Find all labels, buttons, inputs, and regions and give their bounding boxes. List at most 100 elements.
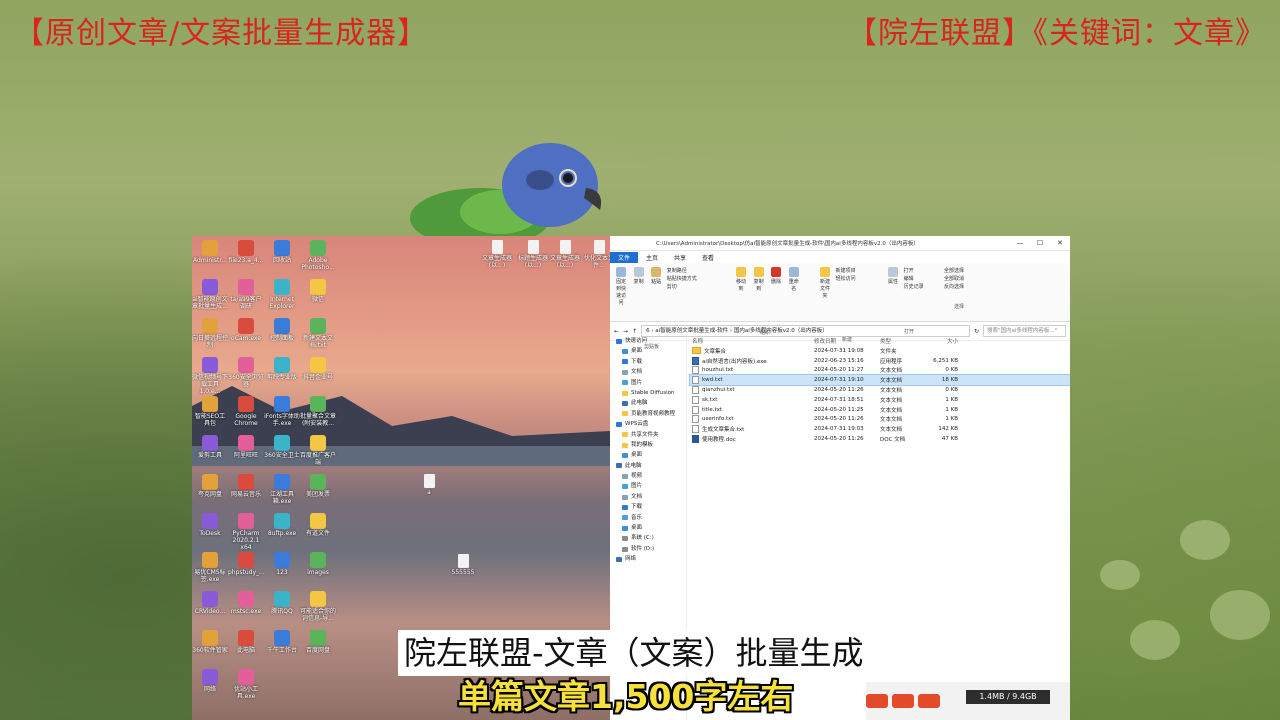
desktop-icon[interactable]: 阿里旺旺 — [228, 435, 264, 459]
column-date[interactable]: 修改日期 — [814, 337, 880, 345]
desktop-file-icon[interactable]: 文章生成器(以...) — [480, 240, 514, 269]
desktop-icon[interactable]: 夸克网盘 — [192, 474, 228, 498]
desktop-icon[interactable]: oCam.exe — [228, 318, 264, 342]
file-row[interactable]: sk.txt 2024-07-31 18:51 文本文档 1 KB — [690, 395, 1070, 405]
easy-access-button[interactable]: 轻松访问 — [836, 275, 856, 283]
maximize-icon[interactable]: ☐ — [1030, 239, 1050, 247]
desktop-icon[interactable]: ToDesk — [192, 513, 228, 537]
desktop-icon[interactable]: 360软件管家 — [192, 630, 228, 654]
edit-button[interactable]: 编辑 — [904, 275, 924, 283]
nav-item[interactable]: 下载 — [610, 357, 686, 367]
history-button[interactable]: 历史记录 — [904, 283, 924, 291]
nav-item[interactable]: 文档 — [610, 367, 686, 377]
nav-item[interactable]: 图片 — [610, 378, 686, 388]
nav-item[interactable]: 我的模板 — [610, 440, 686, 450]
desktop-icon[interactable]: ai智能原创文章批量生成... — [192, 279, 228, 310]
desktop-icon[interactable]: ta/a99客户调研 — [228, 279, 264, 310]
desktop-icon[interactable]: images — [300, 552, 336, 576]
desktop-icon[interactable]: 智能SEO工具包 — [192, 396, 228, 427]
nav-item[interactable]: 视频 — [610, 471, 686, 481]
desktop-icon[interactable]: 抖音企业号 — [300, 357, 336, 381]
nav-item[interactable]: WPS云盘 — [610, 419, 686, 429]
forward-icon[interactable]: → — [623, 328, 628, 335]
tab-home[interactable]: 主页 — [638, 252, 666, 263]
nav-item[interactable]: 页能教育视频教程 — [610, 409, 686, 419]
desktop-icon[interactable]: Administr... — [192, 240, 228, 264]
nav-item[interactable]: 此电脑 — [610, 398, 686, 408]
desktop-icon[interactable]: 有道文件 — [300, 513, 336, 537]
desktop-icon[interactable]: 微信视频号下载工具1.0.e... — [192, 357, 228, 395]
nav-item[interactable]: 网络 — [610, 554, 686, 564]
file-row[interactable]: userinfo.txt 2024-05-20 11:26 文本文档 1 KB — [690, 415, 1070, 425]
nav-item[interactable]: 系统 (C:) — [610, 533, 686, 543]
properties-button[interactable]: 属性 — [886, 267, 900, 285]
nav-item[interactable]: 桌面 — [610, 523, 686, 533]
desktop-icon[interactable]: 百度推广客户端 — [300, 435, 336, 466]
tab-share[interactable]: 共享 — [666, 252, 694, 263]
desktop-file-icon[interactable]: 优化文本文件... — [582, 240, 610, 269]
desktop-icon[interactable]: Adobe Photosho... — [300, 240, 336, 271]
desktop-icon[interactable]: 回收站 — [264, 240, 300, 264]
open-button[interactable]: 打开 — [904, 267, 924, 275]
desktop-icon[interactable]: 批量聚合文章(附安装教... — [300, 396, 336, 427]
desktop-icon[interactable]: 网络 — [192, 669, 228, 693]
desktop-icon[interactable]: 此电脑 — [228, 630, 264, 654]
desktop-icon[interactable]: mstsc.exe — [228, 591, 264, 615]
desktop-icon[interactable]: 可能适合你的词信息-导... — [300, 591, 336, 622]
column-size[interactable]: 大小 — [928, 337, 958, 345]
nav-item[interactable]: 图片 — [610, 481, 686, 491]
desktop-icon[interactable]: 微信 — [300, 279, 336, 303]
file-row[interactable]: 生成文章集合.txt 2024-07-31 19:03 文本文档 142 KB — [690, 424, 1070, 434]
invert-selection-button[interactable]: 反向选择 — [944, 283, 964, 291]
desktop-icon[interactable]: 8uftp.exe — [264, 513, 300, 537]
desktop-icon[interactable]: 123 — [264, 552, 300, 576]
file-row[interactable]: ai自然语言(出内容板).exe 2022-06-23 15:16 应用程序 6,25… — [690, 356, 1070, 366]
desktop-icon[interactable]: phpstudy_... — [228, 552, 265, 576]
column-type[interactable]: 类型 — [880, 337, 928, 345]
screenshot-button[interactable] — [918, 694, 940, 708]
file-row[interactable]: houzhui.txt 2024-05-20 11:27 文本文档 0 KB — [690, 366, 1070, 376]
desktop-icon[interactable]: 360安全卫士 — [264, 435, 300, 459]
nav-item[interactable]: 软件 (D:) — [610, 544, 686, 554]
nav-item[interactable]: 桌面 — [610, 450, 686, 460]
file-row[interactable]: kwd.txt 2024-07-31 19:10 文本文档 18 KB — [689, 374, 1070, 387]
new-item-button[interactable]: 新建项目 — [836, 267, 856, 275]
desktop-icon[interactable]: file23.a_4... — [228, 240, 264, 264]
select-all-button[interactable]: 全部选择 — [944, 267, 964, 275]
desktop-file-icon[interactable]: 标题生成器（以...） — [516, 240, 550, 269]
close-icon[interactable]: ✕ — [1050, 239, 1070, 247]
rename-button[interactable]: 重命名 — [787, 267, 801, 292]
desktop-icon[interactable]: iFonts字体助手.exe — [264, 396, 300, 427]
desktop-icon[interactable]: Google Chrome — [228, 396, 264, 427]
desktop-file-icon[interactable]: 555555 — [446, 554, 480, 576]
desktop-icon[interactable]: 江湖工具箱.exe — [264, 474, 300, 505]
select-none-button[interactable]: 全部取消 — [944, 275, 964, 283]
nav-item[interactable]: 文档 — [610, 492, 686, 502]
paste-shortcut-button[interactable]: 粘贴快捷方式 — [667, 275, 697, 283]
pin-quick-access-button[interactable]: 固定到快速访问 — [614, 267, 628, 306]
desktop-icon[interactable]: PyCharm 2020.2.1 x64 — [228, 513, 264, 551]
desktop-icon[interactable]: 腾讯QQ — [264, 591, 300, 615]
desktop-icon[interactable]: 360安全浏览器 — [228, 357, 264, 388]
file-row[interactable]: 文章集合 2024-07-31 19:08 文件夹 — [690, 346, 1070, 356]
desktop-icon[interactable]: 网易云音乐 — [228, 474, 264, 498]
nav-item[interactable]: Stable Diffusion — [610, 388, 686, 398]
desktop-file-icon[interactable]: a — [412, 474, 446, 496]
file-row[interactable]: title.txt 2024-05-20 11:25 文本文档 1 KB — [690, 405, 1070, 415]
desktop-icon[interactable]: Internet Explorer — [264, 279, 300, 310]
file-row[interactable]: qianzhui.txt 2024-05-20 11:26 文本文档 0 KB — [690, 385, 1070, 395]
desktop-file-icon[interactable]: 文章生成器（以...） — [548, 240, 582, 269]
copy-to-button[interactable]: 复制到 — [752, 267, 766, 292]
desktop-icon[interactable]: 易优CMS标签.exe — [192, 552, 228, 583]
nav-item[interactable]: 此电脑 — [610, 461, 686, 471]
back-icon[interactable]: ← — [614, 328, 619, 335]
copy-path-button[interactable]: 复制路径 — [667, 267, 697, 275]
nav-item[interactable]: 桌面 — [610, 346, 686, 356]
desktop-icon[interactable]: 控制面板 — [264, 318, 300, 342]
up-icon[interactable]: ↑ — [632, 328, 637, 335]
copy-button[interactable]: 复制 — [632, 267, 646, 285]
desktop-icon[interactable]: 百度网盘 — [300, 630, 336, 654]
cut-button[interactable]: 剪切 — [667, 283, 697, 291]
delete-button[interactable]: 删除 — [769, 267, 783, 285]
stop-button[interactable] — [866, 694, 888, 708]
